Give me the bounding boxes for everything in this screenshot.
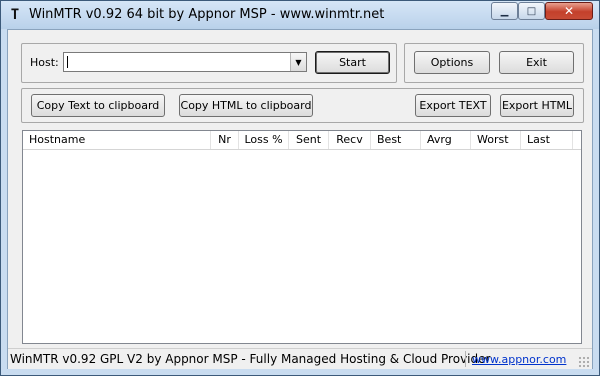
status-separator bbox=[465, 351, 466, 367]
column-header-best[interactable]: Best bbox=[371, 131, 421, 149]
copy-html-button[interactable]: Copy HTML to clipboard bbox=[179, 94, 313, 117]
export-text-button[interactable]: Export TEXT bbox=[415, 94, 491, 117]
host-label: Host: bbox=[30, 56, 59, 69]
winmtr-window: T WinMTR v0.92 64 bit by Appnor MSP - ww… bbox=[0, 0, 600, 376]
copy-text-button[interactable]: Copy Text to clipboard bbox=[31, 94, 165, 117]
maximize-icon: □ bbox=[526, 5, 537, 17]
column-header-recv[interactable]: Recv bbox=[329, 131, 371, 149]
exit-button[interactable]: Exit bbox=[499, 51, 574, 74]
minimize-icon: ▁ bbox=[500, 5, 509, 17]
title-bar[interactable]: T WinMTR v0.92 64 bit by Appnor MSP - ww… bbox=[1, 1, 599, 29]
maximize-button[interactable]: □ bbox=[518, 2, 545, 20]
export-html-button[interactable]: Export HTML bbox=[500, 94, 574, 117]
client-area: Host: ▼ Start Options Exit Copy Text to … bbox=[7, 29, 593, 369]
table-header: Hostname Nr Loss % Sent Recv Best Avrg W… bbox=[23, 131, 581, 150]
close-icon: ✕ bbox=[563, 4, 575, 18]
column-header-loss[interactable]: Loss % bbox=[239, 131, 289, 149]
column-header-nr[interactable]: Nr bbox=[211, 131, 239, 149]
status-text: WinMTR v0.92 GPL V2 by Appnor MSP - Full… bbox=[10, 352, 491, 366]
text-cursor bbox=[67, 56, 68, 68]
resize-grip-icon[interactable] bbox=[578, 356, 590, 368]
column-header-hostname[interactable]: Hostname bbox=[23, 131, 211, 149]
column-header-sent[interactable]: Sent bbox=[289, 131, 329, 149]
start-button[interactable]: Start bbox=[315, 51, 390, 74]
window-title: WinMTR v0.92 64 bit by Appnor MSP - www.… bbox=[29, 7, 385, 22]
status-bar: WinMTR v0.92 GPL V2 by Appnor MSP - Full… bbox=[8, 348, 592, 369]
options-button[interactable]: Options bbox=[414, 51, 490, 74]
host-combobox[interactable]: ▼ bbox=[63, 52, 307, 72]
results-table[interactable]: Hostname Nr Loss % Sent Recv Best Avrg W… bbox=[22, 130, 582, 344]
dropdown-arrow-icon[interactable]: ▼ bbox=[290, 53, 306, 71]
column-header-avrg[interactable]: Avrg bbox=[421, 131, 471, 149]
close-button[interactable]: ✕ bbox=[545, 2, 593, 20]
appnor-link[interactable]: www.appnor.com bbox=[472, 353, 566, 366]
column-header-last[interactable]: Last bbox=[521, 131, 573, 149]
column-header-worst[interactable]: Worst bbox=[471, 131, 521, 149]
minimize-button[interactable]: ▁ bbox=[491, 2, 518, 20]
app-icon: T bbox=[10, 7, 20, 23]
